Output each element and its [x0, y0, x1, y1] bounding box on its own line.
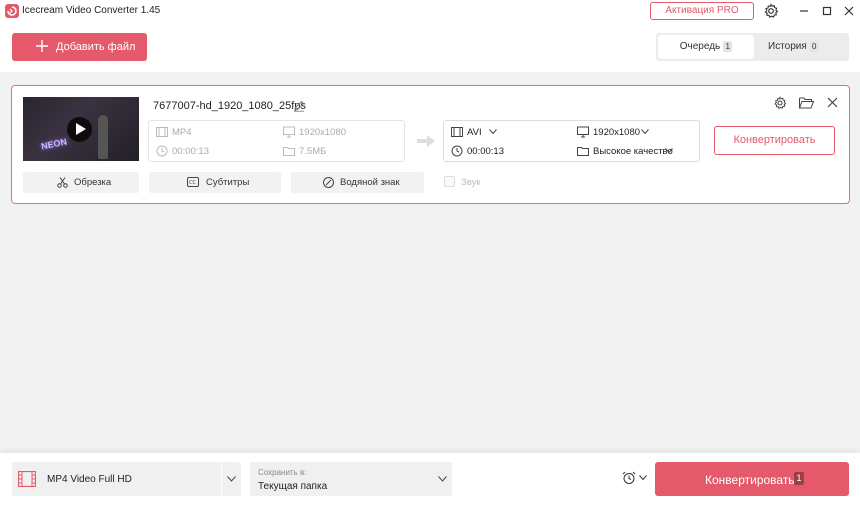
- scissors-icon: [57, 177, 68, 188]
- chevron-down-icon[interactable]: [227, 476, 236, 482]
- tab-queue-label: Очередь: [679, 41, 721, 52]
- tab-history[interactable]: История 0: [768, 35, 848, 59]
- add-file-button[interactable]: Добавить файл: [12, 33, 147, 61]
- clock-icon: [451, 145, 463, 157]
- target-settings-box: AVI 1920x1080 00:00:13 Высокое качество: [443, 120, 700, 162]
- chevron-down-icon: [641, 129, 649, 135]
- settings-gear-icon[interactable]: [763, 3, 779, 19]
- output-profile-dropdown[interactable]: MP4 Video Full HD: [12, 462, 241, 496]
- minimize-icon[interactable]: [797, 4, 811, 18]
- rename-pencil-icon[interactable]: [293, 100, 305, 112]
- view-tabs: Очередь 1 История 0: [656, 33, 849, 61]
- app-title: Icecream Video Converter 1.45: [22, 5, 161, 16]
- chevron-down-icon: [639, 475, 647, 481]
- clock-icon: [156, 145, 168, 157]
- watermark-button[interactable]: Водяной знак: [291, 172, 424, 193]
- save-caption: Сохранить в:: [258, 468, 307, 477]
- schedule-alarm-dropdown[interactable]: [622, 471, 647, 488]
- monitor-icon: [577, 126, 589, 138]
- profile-label: MP4 Video Full HD: [47, 474, 132, 485]
- tab-history-label: История: [768, 41, 807, 52]
- history-count-badge: 0: [809, 40, 819, 52]
- thumbnail-neon-text: NEON: [40, 136, 68, 152]
- convert-count-badge: 1: [794, 472, 804, 485]
- monitor-icon: [283, 126, 295, 138]
- profile-divider: [221, 462, 222, 496]
- queue-count-badge: 1: [723, 40, 733, 52]
- title-bar: Icecream Video Converter 1.45 Активация …: [0, 0, 860, 32]
- video-thumbnail[interactable]: NEON: [23, 97, 139, 161]
- folder-icon: [283, 147, 295, 156]
- queue-item-card: NEON 7677007-hd_1920_1080_25fps MP4 1920…: [11, 85, 850, 204]
- play-icon[interactable]: [67, 117, 92, 142]
- svg-text:CC: CC: [189, 180, 196, 186]
- arrow-right-icon: [417, 135, 435, 147]
- convert-all-button[interactable]: Конвертировать 1: [655, 462, 849, 496]
- chevron-down-icon: [489, 129, 497, 135]
- cc-icon: CC: [187, 177, 199, 187]
- app-logo-icon: [5, 4, 19, 18]
- tab-queue[interactable]: Очередь 1: [658, 35, 754, 59]
- source-info-box: MP4 1920x1080 00:00:13 7.5МБ: [148, 120, 405, 162]
- chevron-down-icon[interactable]: [438, 476, 447, 482]
- thumbnail-figure: [98, 115, 108, 159]
- close-window-icon[interactable]: [842, 4, 856, 18]
- alarm-clock-icon: [622, 471, 636, 484]
- convert-all-label: Конвертировать: [705, 473, 795, 487]
- activate-pro-button[interactable]: Активация PRO версии: [650, 2, 754, 32]
- bottom-bar: MP4 Video Full HD Сохранить в: Текущая п…: [0, 453, 860, 506]
- chevron-down-icon: [665, 148, 673, 154]
- add-file-label: Добавить файл: [56, 41, 136, 53]
- folder-icon: [577, 147, 589, 156]
- film-icon: [451, 127, 463, 137]
- save-location-dropdown[interactable]: Сохранить в: Текущая папка: [250, 462, 452, 496]
- trim-button[interactable]: Обрезка: [23, 172, 139, 193]
- convert-item-button[interactable]: Конвертировать: [714, 126, 835, 155]
- film-icon: [156, 127, 168, 137]
- file-name: 7677007-hd_1920_1080_25fps: [153, 100, 306, 112]
- subtitles-button[interactable]: CC Субтитры: [149, 172, 281, 193]
- save-location-value: Текущая папка: [258, 481, 328, 492]
- film-strip-icon: [18, 471, 36, 487]
- watermark-icon: [323, 177, 334, 188]
- open-folder-icon[interactable]: [799, 97, 814, 109]
- maximize-icon[interactable]: [820, 4, 834, 18]
- item-settings-gear-icon[interactable]: [773, 96, 787, 110]
- sound-checkbox-box[interactable]: [444, 176, 455, 187]
- remove-item-close-icon[interactable]: [827, 97, 838, 108]
- plus-icon: [36, 40, 48, 52]
- toolbar: Добавить файл Очередь 1 История 0: [0, 22, 860, 72]
